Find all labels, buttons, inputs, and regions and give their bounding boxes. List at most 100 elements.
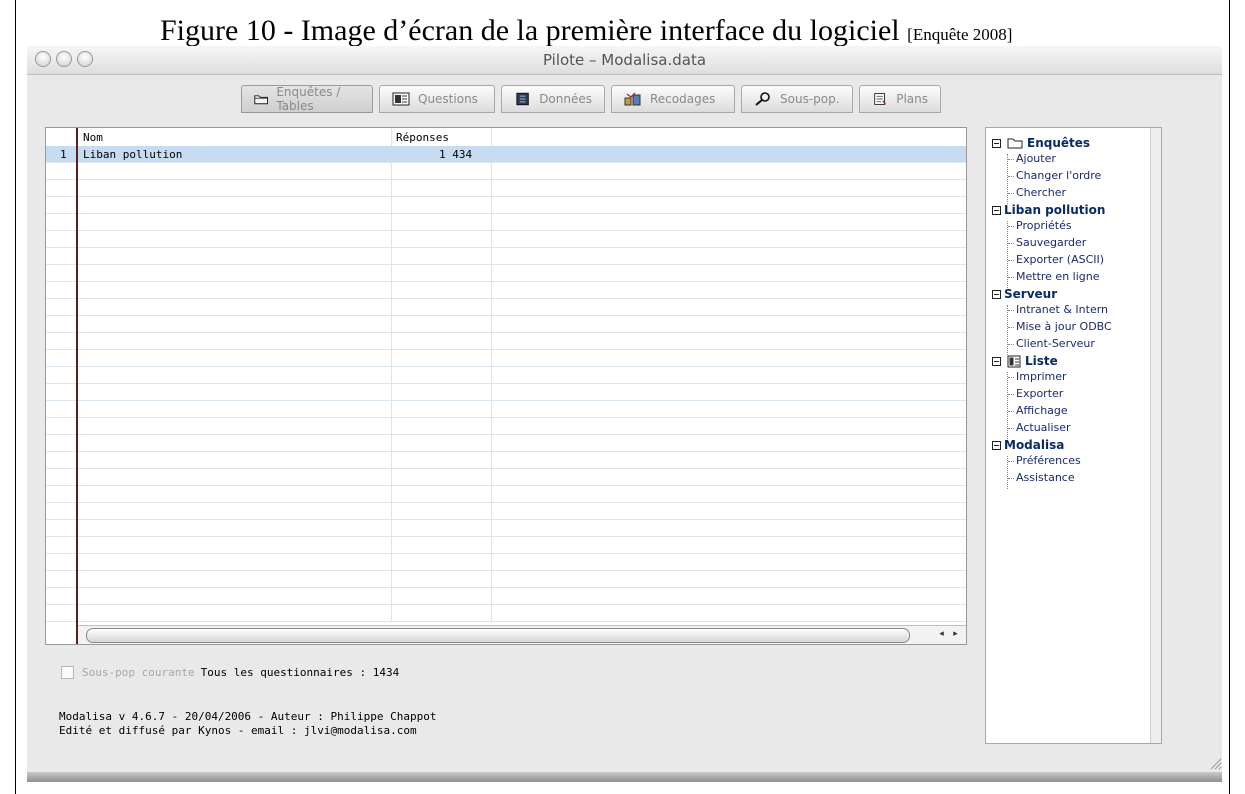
tab-questions[interactable]: Questions xyxy=(379,85,495,113)
tab-bar: Enquêtes / Tables Questions Données Reco… xyxy=(241,85,947,115)
tree-item-affichage[interactable]: Affichage xyxy=(1008,404,1068,417)
tree-group-modalisa[interactable]: Modalisa xyxy=(992,438,1064,452)
tree-item-mise-a-jour-odbc[interactable]: Mise à jour ODBC xyxy=(1008,320,1112,333)
table-row-empty[interactable] xyxy=(46,452,966,469)
table-row-empty[interactable] xyxy=(46,333,966,350)
tree-item-exporter-ascii[interactable]: Exporter (ASCII) xyxy=(1008,253,1104,266)
folder-icon xyxy=(1007,138,1023,149)
recode-icon xyxy=(624,92,641,106)
tab-plans[interactable]: Plans xyxy=(859,85,941,113)
cell-nom: Liban pollution xyxy=(83,148,183,161)
caption-source: [Enquête 2008] xyxy=(907,25,1013,44)
table-row-empty[interactable] xyxy=(46,197,966,214)
horizontal-scrollbar[interactable]: ◂ ▸ xyxy=(78,625,966,644)
tree-item-exporter[interactable]: Exporter xyxy=(1008,387,1063,400)
table-row-empty[interactable] xyxy=(46,588,966,605)
collapse-icon[interactable] xyxy=(992,289,1001,299)
collapse-icon[interactable] xyxy=(992,356,1001,366)
sous-pop-label: Sous-pop courante xyxy=(82,666,195,679)
table-row-empty[interactable] xyxy=(46,248,966,265)
column-header-nom[interactable]: Nom xyxy=(83,131,103,144)
app-window: Pilote – Modalisa.data Enquêtes / Tables… xyxy=(27,46,1222,782)
tree-group-label: Liste xyxy=(1025,354,1058,368)
tree-item-changer-ordre[interactable]: Changer l'ordre xyxy=(1008,169,1101,182)
tab-label: Questions xyxy=(418,92,478,106)
table-row-empty[interactable] xyxy=(46,163,966,180)
tab-label: Recodages xyxy=(650,92,716,106)
caption-text: Figure 10 - Image d’écran de la première… xyxy=(160,14,900,47)
tree-item-ajouter[interactable]: Ajouter xyxy=(1008,152,1056,165)
actions-tree: Enquêtes Ajouter Changer l'ordre Cherche… xyxy=(985,127,1162,744)
tree-item-actualiser[interactable]: Actualiser xyxy=(1008,421,1071,434)
tables-list[interactable]: Nom Réponses 1 Liban pollution 1 434 ◂ ▸ xyxy=(45,127,967,645)
tree-item-proprietes[interactable]: Propriétés xyxy=(1008,219,1072,232)
table-row-empty[interactable] xyxy=(46,214,966,231)
scroll-right-arrow-icon[interactable]: ▸ xyxy=(949,628,962,641)
row-number: 1 xyxy=(60,148,67,161)
tree-group-liste[interactable]: Liste xyxy=(992,354,1058,368)
tree-item-sauvegarder[interactable]: Sauvegarder xyxy=(1008,236,1086,249)
tab-label: Sous-pop. xyxy=(780,92,840,106)
table-row-empty[interactable] xyxy=(46,299,966,316)
version-info: Modalisa v 4.6.7 - 20/04/2006 - Auteur :… xyxy=(59,710,437,723)
tab-sous-pop[interactable]: Sous-pop. xyxy=(741,85,853,113)
tree-group-serveur[interactable]: Serveur xyxy=(992,287,1057,301)
table-row-empty[interactable] xyxy=(46,520,966,537)
table-row-empty[interactable] xyxy=(46,180,966,197)
window-title: Pilote – Modalisa.data xyxy=(542,51,707,69)
tree-item-chercher[interactable]: Chercher xyxy=(1008,186,1066,199)
table-row[interactable]: 1 Liban pollution 1 434 xyxy=(46,146,966,163)
tab-label: Enquêtes / Tables xyxy=(276,85,341,113)
table-row-empty[interactable] xyxy=(46,418,966,435)
collapse-icon[interactable] xyxy=(992,205,1001,215)
table-row-empty[interactable] xyxy=(46,554,966,571)
table-row-empty[interactable] xyxy=(46,401,966,418)
tree-item-client-serveur[interactable]: Client-Serveur xyxy=(1008,337,1095,350)
search-icon xyxy=(755,92,770,106)
tree-scrollbar[interactable] xyxy=(1150,128,1161,743)
tab-recodages[interactable]: Recodages xyxy=(611,85,735,113)
row-number-divider xyxy=(76,128,78,644)
table-row-empty[interactable] xyxy=(46,571,966,588)
table-row-empty[interactable] xyxy=(46,316,966,333)
credits: Modalisa v 4.6.7 - 20/04/2006 - Auteur :… xyxy=(59,710,437,738)
table-row-empty[interactable] xyxy=(46,503,966,520)
table-header: Nom Réponses xyxy=(46,128,966,146)
tree-item-preferences[interactable]: Préférences xyxy=(1008,454,1081,467)
tree-group-enquetes[interactable]: Enquêtes xyxy=(992,136,1090,150)
table-row-empty[interactable] xyxy=(46,350,966,367)
tree-item-intranet[interactable]: Intranet & Intern xyxy=(1008,303,1108,316)
sous-pop-checkbox[interactable] xyxy=(61,666,74,679)
table-row-empty[interactable] xyxy=(46,435,966,452)
tree-group-liban-pollution[interactable]: Liban pollution xyxy=(992,203,1105,217)
tree-item-assistance[interactable]: Assistance xyxy=(1008,471,1075,484)
resize-grip-icon[interactable] xyxy=(1208,756,1222,770)
list-icon xyxy=(392,92,410,106)
data-icon xyxy=(516,92,529,106)
collapse-icon[interactable] xyxy=(992,440,1001,450)
tab-donnees[interactable]: Données xyxy=(501,85,605,113)
table-row-empty[interactable] xyxy=(46,384,966,401)
tree-item-imprimer[interactable]: Imprimer xyxy=(1008,370,1067,383)
table-row-empty[interactable] xyxy=(46,605,966,622)
tree-group-label: Serveur xyxy=(1004,287,1058,301)
column-header-reponses[interactable]: Réponses xyxy=(396,131,449,144)
table-row-empty[interactable] xyxy=(46,469,966,486)
folder-icon xyxy=(254,95,269,105)
table-row-empty[interactable] xyxy=(46,537,966,554)
table-row-empty[interactable] xyxy=(46,367,966,384)
scroll-thumb[interactable] xyxy=(86,628,910,643)
collapse-icon[interactable] xyxy=(992,138,1001,148)
window-bottom-bar xyxy=(27,772,1222,782)
all-questionnaires-count: Tous les questionnaires : 1434 xyxy=(200,666,400,679)
table-row-empty[interactable] xyxy=(46,486,966,503)
tab-enquetes-tables[interactable]: Enquêtes / Tables xyxy=(241,85,373,113)
title-bar: Pilote – Modalisa.data xyxy=(27,46,1222,75)
table-row-empty[interactable] xyxy=(46,282,966,299)
tree-item-mettre-en-ligne[interactable]: Mettre en ligne xyxy=(1008,270,1100,283)
scroll-left-arrow-icon[interactable]: ◂ xyxy=(935,628,948,641)
cell-reponses: 1 434 xyxy=(439,148,473,161)
table-row-empty[interactable] xyxy=(46,265,966,282)
table-row-empty[interactable] xyxy=(46,231,966,248)
tree-group-label: Enquêtes xyxy=(1027,136,1091,150)
